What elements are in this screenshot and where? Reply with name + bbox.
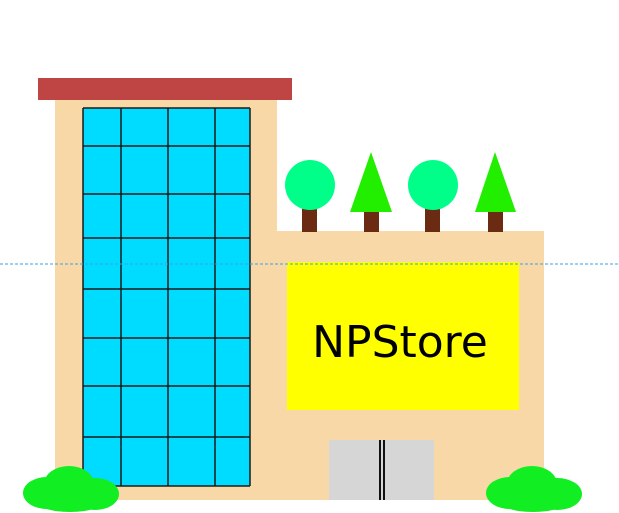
round-tree-icon [285, 160, 335, 232]
store-door [329, 440, 434, 500]
store-name-label: NPStore [312, 317, 488, 368]
store-illustration: NPStore [0, 78, 619, 512]
cone-tree-icon [475, 152, 516, 232]
glass-panel [83, 108, 250, 486]
tower-roof [38, 78, 292, 100]
glass-facade [82, 107, 251, 487]
cone-tree-icon [350, 152, 392, 232]
rooftop-trees [285, 152, 516, 232]
round-tree-icon [408, 160, 458, 232]
